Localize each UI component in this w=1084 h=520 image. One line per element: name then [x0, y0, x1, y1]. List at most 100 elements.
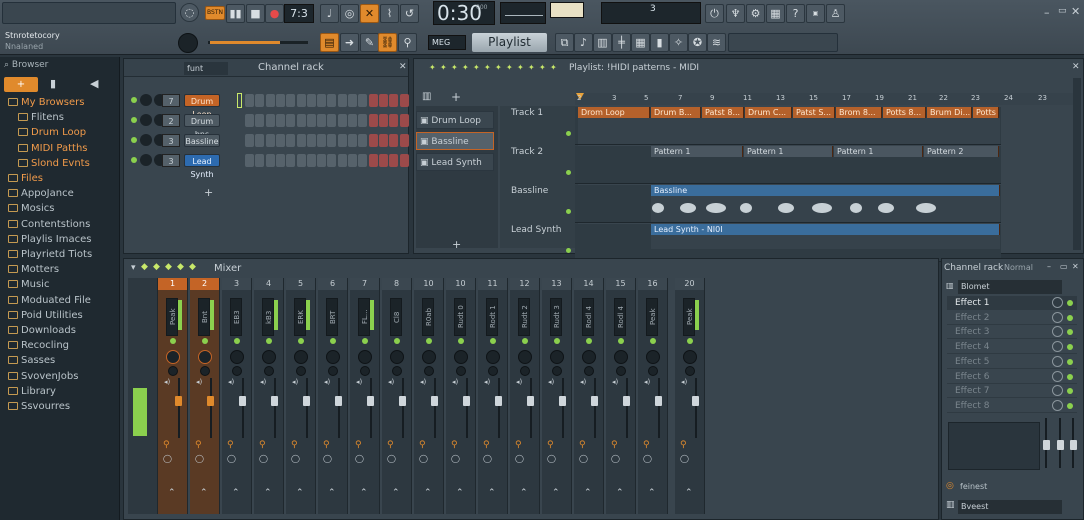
back-icon[interactable]: ◀: [90, 77, 98, 90]
pan-knob[interactable]: [486, 350, 500, 364]
ungrp-icon[interactable]: ✦: [517, 63, 524, 72]
mixer-tools-icon[interactable]: ◆: [153, 262, 160, 272]
browser-item[interactable]: Motters: [8, 262, 59, 277]
route-icon[interactable]: ⚲: [163, 440, 170, 450]
channel-volume-knob[interactable]: [140, 134, 152, 146]
zoom-icon[interactable]: ✦: [495, 63, 502, 72]
step-button[interactable]: [327, 114, 337, 127]
add-channel-button[interactable]: +: [204, 186, 213, 199]
account-icon[interactable]: ♙: [826, 4, 845, 23]
stereo-knob[interactable]: [360, 366, 370, 376]
mixer-led[interactable]: [586, 338, 592, 344]
track1-block[interactable]: Brom 8...: [836, 107, 882, 118]
preset-icon[interactable]: ▥: [946, 281, 954, 290]
send-arrow-icon[interactable]: ⌃: [360, 488, 368, 498]
speaker-icon[interactable]: ◂): [228, 378, 234, 386]
news-icon[interactable]: ▣: [806, 4, 825, 23]
mixer-led[interactable]: [394, 338, 400, 344]
mixer-led[interactable]: [687, 338, 693, 344]
plugin-picker-icon[interactable]: ✧: [669, 33, 688, 52]
mixer-channel[interactable]: 15 Rodl 4 ◂) ⚲ ◯ ⌃: [606, 278, 636, 514]
channel-volume-knob[interactable]: [140, 154, 152, 166]
record-arm-icon[interactable]: ◯: [163, 454, 172, 463]
eq-fader[interactable]: [1057, 440, 1064, 450]
mixer-channel[interactable]: 4 kB3 ◂) ⚲ ◯ ⌃: [254, 278, 284, 514]
stereo-knob[interactable]: [232, 366, 242, 376]
step-button[interactable]: [348, 154, 357, 167]
eq-fader[interactable]: [1070, 440, 1077, 450]
output-icon[interactable]: ▥: [946, 500, 955, 510]
speaker-icon[interactable]: ◂): [644, 378, 650, 386]
send-arrow-icon[interactable]: ⌃: [685, 488, 693, 498]
step-button[interactable]: [245, 154, 254, 167]
faders-icon[interactable]: ╪: [612, 33, 631, 52]
stamp-icon[interactable]: ⚲: [398, 33, 417, 52]
pan-knob[interactable]: [550, 350, 564, 364]
route-icon[interactable]: ⚲: [259, 440, 266, 450]
stereo-knob[interactable]: [552, 366, 562, 376]
channel-led[interactable]: [131, 157, 137, 163]
mix-knob[interactable]: [1052, 355, 1063, 367]
step-button[interactable]: [286, 134, 296, 147]
volume-fader[interactable]: [591, 396, 598, 406]
route-icon[interactable]: ⚲: [680, 440, 687, 450]
effect-slot[interactable]: Effect 2: [947, 311, 1077, 325]
mixer-led[interactable]: [490, 338, 496, 344]
browser-item[interactable]: Sasses: [8, 353, 55, 368]
channel-row[interactable]: 3 Lead Synth: [124, 153, 409, 179]
channel-volume-knob[interactable]: [140, 114, 152, 126]
step-button[interactable]: [368, 134, 378, 147]
volume-fader[interactable]: [271, 396, 278, 406]
playlist-tab[interactable]: Playlist: [472, 33, 547, 52]
step-button[interactable]: [265, 154, 275, 167]
send-arrow-icon[interactable]: ⌃: [232, 488, 240, 498]
record-arm-icon[interactable]: ◯: [611, 454, 620, 463]
browser-item[interactable]: Music: [8, 277, 49, 292]
step-button[interactable]: [358, 114, 368, 127]
speaker-icon[interactable]: ◂): [164, 378, 170, 386]
volume-fader[interactable]: [175, 396, 182, 406]
step-button[interactable]: [306, 134, 316, 147]
channel-led[interactable]: [131, 97, 137, 103]
mixer-channel[interactable]: 12 Rudt 2 ◂) ⚲ ◯ ⌃: [510, 278, 540, 514]
slot-led[interactable]: [1067, 314, 1073, 321]
stereo-knob[interactable]: [424, 366, 434, 376]
mixer-menu-icon[interactable]: ◆: [177, 262, 184, 272]
step-button[interactable]: [317, 154, 327, 167]
record-arm-icon[interactable]: ◯: [355, 454, 364, 463]
speaker-icon[interactable]: ◂): [484, 378, 490, 386]
record-arm-icon[interactable]: ◯: [419, 454, 428, 463]
mixer-led[interactable]: [170, 338, 176, 344]
mixer-led[interactable]: [330, 338, 336, 344]
settings-icon[interactable]: ⚙: [746, 4, 765, 23]
pan-knob[interactable]: [166, 350, 180, 364]
pan-knob[interactable]: [646, 350, 660, 364]
stereo-knob[interactable]: [520, 366, 530, 376]
send-arrow-icon[interactable]: ⌃: [616, 488, 624, 498]
cut-icon[interactable]: ✦: [440, 63, 447, 72]
volume-fader[interactable]: [559, 396, 566, 406]
route-icon[interactable]: ⚲: [195, 440, 202, 450]
mixer-channel[interactable]: 14 Rodl 4 ◂) ⚲ ◯ ⌃: [574, 278, 604, 514]
step-button[interactable]: [265, 134, 275, 147]
track1-block[interactable]: Patst S...: [793, 107, 835, 118]
step-button[interactable]: [358, 134, 368, 147]
snap-icon[interactable]: ▤: [320, 33, 339, 52]
volume-fader[interactable]: [495, 396, 502, 406]
step-button[interactable]: [358, 94, 368, 107]
send-arrow-icon[interactable]: ⌃: [392, 488, 400, 498]
effect-slot[interactable]: Effect 8: [947, 399, 1077, 413]
trash-icon[interactable]: ▮: [650, 33, 669, 52]
channel-rack-icon[interactable]: ▥: [593, 33, 612, 52]
step-button[interactable]: [399, 94, 409, 107]
stereo-knob[interactable]: [264, 366, 274, 376]
grid-icon[interactable]: ▦: [631, 33, 650, 52]
volume-fader[interactable]: [527, 396, 534, 406]
speaker-icon[interactable]: ◂): [388, 378, 394, 386]
volume-fader[interactable]: [463, 396, 470, 406]
pan-knob[interactable]: [422, 350, 436, 364]
channel-led[interactable]: [131, 137, 137, 143]
wave-icon[interactable]: ≋: [707, 33, 726, 52]
mixer-channel[interactable]: 8 Cl8 ◂) ⚲ ◯ ⌃: [382, 278, 412, 514]
route-icon[interactable]: ⚲: [579, 440, 586, 450]
